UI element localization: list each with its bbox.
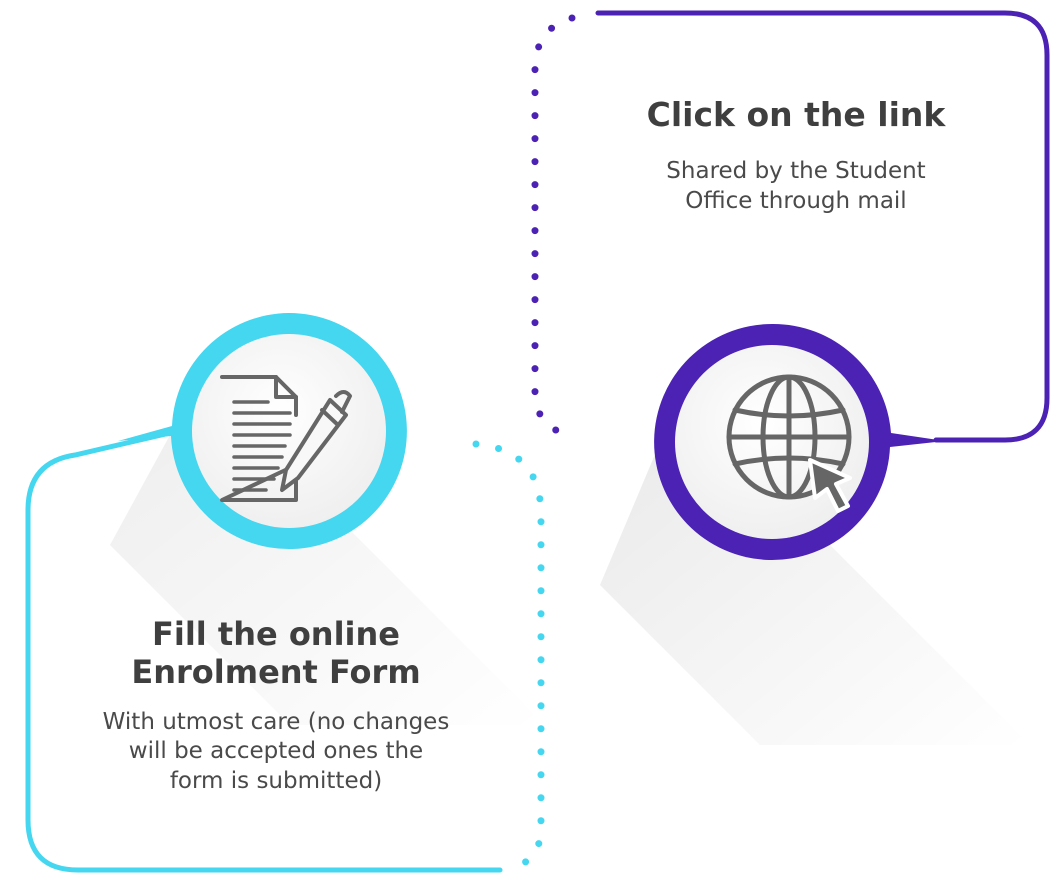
step1-description-line: Office through mail [685, 187, 907, 214]
step2-description: With utmost care (no changes will be acc… [46, 708, 506, 798]
step1-dotted-frame [531, 14, 576, 440]
step1-text-block: Click on the link Shared by the Student … [596, 95, 996, 217]
step1-title: Click on the link [646, 95, 946, 134]
step2-title-line: Fill the online [151, 615, 400, 653]
step1-description: Shared by the Student Office through mai… [596, 157, 996, 217]
step1-circle [654, 323, 945, 560]
step2-text-block: Fill the online Enrolment Form With utmo… [46, 615, 506, 798]
step2-title: Fill the online Enrolment Form [46, 615, 506, 692]
step2-description-line: With utmost care (no changes [102, 708, 450, 735]
step2-description-line: will be accepted ones the [128, 738, 424, 765]
step2-title-line: Enrolment Form [131, 652, 421, 691]
step1-description-line: Shared by the Student [666, 157, 926, 184]
step2-description-line: form is submitted) [169, 768, 383, 795]
